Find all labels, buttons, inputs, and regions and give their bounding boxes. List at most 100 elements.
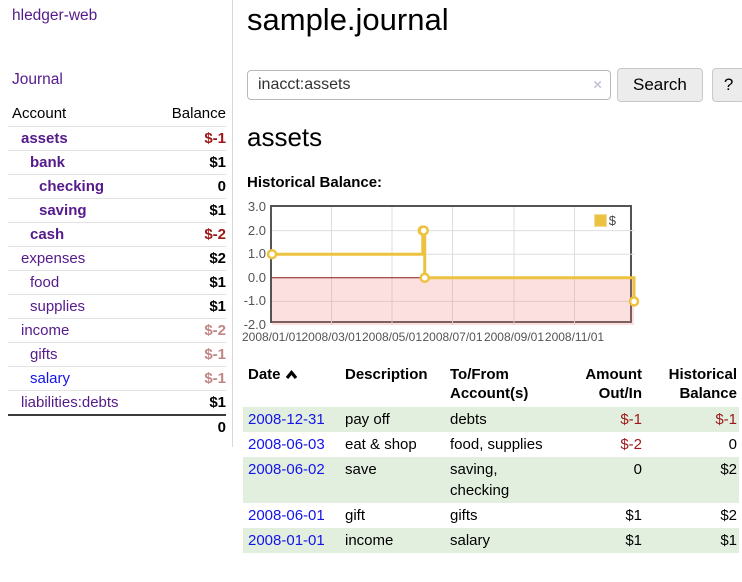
transaction-description: income [340, 528, 445, 553]
transaction-accounts: food, supplies [445, 432, 562, 457]
account-row: salary $-1 [8, 367, 226, 391]
sidebar-item-journal[interactable]: Journal [12, 71, 63, 89]
accounts-header-row: Account Balance [8, 102, 226, 127]
account-link[interactable]: expenses [21, 250, 85, 267]
account-name-cell: food [8, 271, 156, 295]
transaction-date-link[interactable]: 2008-06-01 [248, 507, 325, 524]
x-tick-label: 2008/01/01 [242, 330, 302, 344]
transaction-description: pay off [340, 407, 445, 432]
transaction-row: 2008-06-02savesaving, checking0$2 [243, 457, 739, 503]
search-button[interactable]: Search [617, 68, 703, 102]
chart-x-axis: 2008/01/012008/03/012008/05/012008/07/01… [272, 330, 634, 346]
account-link[interactable]: cash [30, 226, 64, 243]
clear-search-icon[interactable]: × [593, 77, 602, 94]
account-name-cell: income [8, 319, 156, 343]
account-name-cell: checking [8, 175, 156, 199]
x-tick-label: 2008/07/01 [422, 330, 482, 344]
transaction-date-cell: 2008-06-01 [243, 503, 340, 528]
accounts-table: Account Balance assets $-1 bank $1 checking 0… [8, 102, 226, 439]
account-balance: $-2 [156, 223, 226, 247]
account-balance: $-1 [156, 343, 226, 367]
account-link[interactable]: checking [39, 178, 104, 195]
account-row: expenses $2 [8, 247, 226, 271]
account-row: assets $-1 [8, 127, 226, 151]
account-row: supplies$1 [8, 295, 226, 319]
transaction-balance: $1 [645, 528, 739, 553]
transaction-date-cell: 2008-12-31 [243, 407, 340, 432]
register-header-balance: Historical Balance [645, 363, 739, 407]
transaction-date-cell: 2008-01-01 [243, 528, 340, 553]
accounts-total-row: 0 [8, 415, 226, 439]
transaction-accounts: saving, checking [445, 457, 562, 503]
brand-link[interactable]: hledger-web [12, 7, 97, 25]
accounts-table-body: assets$-1bank$1checking0saving$1cash$-2e… [8, 127, 226, 416]
register-header-date: Date [243, 363, 340, 407]
transaction-date-cell: 2008-06-02 [243, 457, 340, 503]
account-balance: $1 [156, 151, 226, 175]
account-link[interactable]: food [30, 274, 59, 291]
transaction-amount: $-1 [562, 407, 645, 432]
transaction-amount: $-2 [562, 432, 645, 457]
register-header-description: Description [340, 363, 445, 407]
transaction-accounts: salary [445, 528, 562, 553]
account-link[interactable]: assets [21, 130, 68, 147]
account-row: liabilities:debts$1 [8, 391, 226, 416]
x-tick-label: 2008/09/01 [484, 330, 544, 344]
account-link[interactable]: salary [30, 370, 70, 387]
account-link[interactable]: bank [30, 154, 65, 171]
transaction-amount: $1 [562, 503, 645, 528]
transaction-date-link[interactable]: 2008-01-01 [248, 532, 325, 549]
register-header-amount: Amount Out/In [562, 363, 645, 407]
transaction-date-link[interactable]: 2008-06-02 [248, 461, 325, 478]
account-link[interactable]: saving [39, 202, 87, 219]
y-tick-label: 0.0 [224, 270, 266, 285]
account-name-cell: assets [8, 127, 156, 151]
account-row: saving$1 [8, 199, 226, 223]
account-row: gifts $-1 [8, 343, 226, 367]
y-tick-label: 1.0 [224, 246, 266, 261]
transaction-balance: 0 [645, 432, 739, 457]
chart-canvas [272, 207, 634, 325]
account-balance: $2 [156, 247, 226, 271]
account-balance: $1 [156, 271, 226, 295]
account-name-cell: saving [8, 199, 156, 223]
account-balance: 0 [156, 175, 226, 199]
transaction-date-link[interactable]: 2008-06-03 [248, 436, 325, 453]
chart-title: Historical Balance: [247, 174, 382, 191]
transaction-balance: $-1 [645, 407, 739, 432]
account-row: cash $-2 [8, 223, 226, 247]
account-name-cell: expenses [8, 247, 156, 271]
register-header-accounts: To/From Account(s) [445, 363, 562, 407]
account-link[interactable]: income [21, 322, 69, 339]
transaction-row: 2008-12-31pay offdebts$-1$-1 [243, 407, 739, 432]
account-row: income $-2 [8, 319, 226, 343]
y-tick-label: -1.0 [224, 293, 266, 308]
account-link[interactable]: liabilities:debts [21, 394, 119, 411]
account-row: bank $1 [8, 151, 226, 175]
transaction-balance: $2 [645, 503, 739, 528]
sidebar: hledger-web Journal Account Balance asse… [0, 0, 233, 447]
x-tick-label: 2008/05/01 [362, 330, 422, 344]
transaction-row: 2008-06-01giftgifts$1$2 [243, 503, 739, 528]
account-link[interactable]: supplies [30, 298, 85, 315]
help-button[interactable]: ? [712, 68, 742, 102]
accounts-total-spacer [8, 415, 156, 439]
register-header-row: Date Description To/From Account(s) Amou… [243, 363, 739, 407]
y-tick-label: 3.0 [224, 199, 266, 214]
transaction-accounts: gifts [445, 503, 562, 528]
account-name-cell: gifts [8, 343, 156, 367]
x-tick-label: 2008/11/01 [545, 330, 604, 344]
search-input[interactable] [247, 70, 611, 100]
register-table: Date Description To/From Account(s) Amou… [243, 363, 739, 553]
search-field-wrapper: × [247, 70, 611, 100]
transaction-date-cell: 2008-06-03 [243, 432, 340, 457]
legend-label: $ [609, 213, 616, 228]
transaction-balance: $2 [645, 457, 739, 503]
transaction-description: eat & shop [340, 432, 445, 457]
account-balance: $-1 [156, 127, 226, 151]
account-link[interactable]: gifts [30, 346, 58, 363]
account-name-cell: bank [8, 151, 156, 175]
transaction-date-link[interactable]: 2008-12-31 [248, 411, 325, 428]
account-balance: $-1 [156, 367, 226, 391]
account-balance: $-2 [156, 319, 226, 343]
